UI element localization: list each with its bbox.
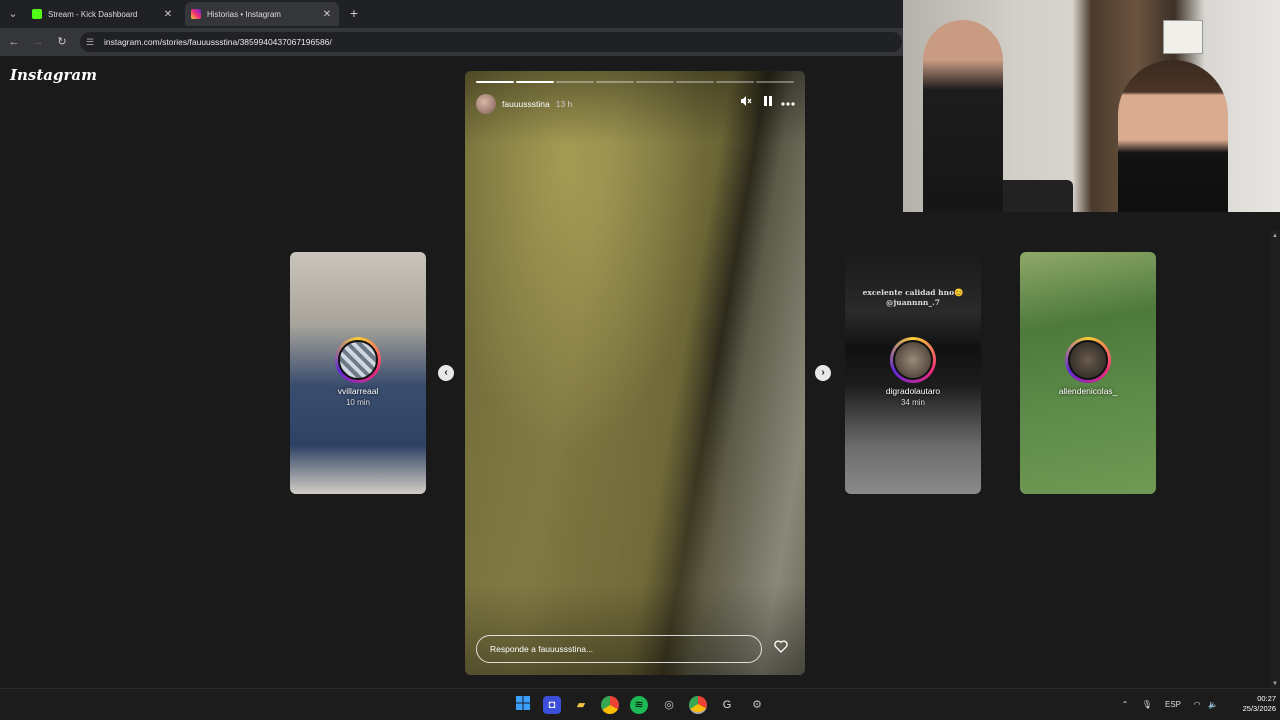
kick-favicon-icon [32,9,42,19]
story-username: vvillarreaal [337,386,379,396]
story-caption: excelente calidad hno😊 @juannnn_.7 [862,288,964,307]
heart-icon[interactable] [771,639,791,659]
scroll-up-icon[interactable]: ▲ [1271,232,1279,240]
taskbar: ◘ ▰ ≋ ◎ G ⚙ ⌃ 🎙 ESP ◠ 🔈 00:27 25/3/2026 [0,688,1280,720]
language-indicator[interactable]: ESP [1160,698,1186,712]
tab-kick-dashboard[interactable]: Stream - Kick Dashboard ✕ [26,2,180,26]
tab-title: Historias • Instagram [207,9,281,19]
story-avatar-ring [1065,337,1111,383]
story-avatar-ring [890,337,936,383]
story-time: 34 min [900,398,925,407]
site-info-icon[interactable]: ☰ [86,37,96,47]
progress-segment [716,81,754,83]
story-username: digradolautaro [885,386,941,396]
story-avatar-ring [335,337,381,383]
avatar [338,340,378,380]
forward-button[interactable]: → [30,34,46,50]
pause-icon[interactable] [760,95,776,111]
story-preview-digradolautaro[interactable]: excelente calidad hno😊 @juannnn_.7 digra… [845,252,981,494]
back-button[interactable]: ← [6,34,22,50]
system-clock[interactable]: 00:27 25/3/2026 [1224,694,1276,714]
clock-time: 00:27 [1257,694,1276,703]
app-g-icon[interactable]: G [718,696,736,714]
progress-segment [516,81,554,83]
story-header: fauuussstina 13 h [476,93,796,115]
settings-icon[interactable]: ⚙ [748,696,766,714]
instagram-favicon-icon [191,9,201,19]
progress-segment [636,81,674,83]
instagram-logo[interactable]: Instagram [10,66,97,84]
progress-segment [596,81,634,83]
wifi-icon[interactable]: ◠ [1190,698,1204,712]
scroll-down-icon[interactable]: ▼ [1271,680,1279,688]
reload-button[interactable]: ↻ [54,34,70,50]
wall-flag [1163,20,1203,54]
story-username: allendenicolas_ [1058,386,1118,396]
progress-segment [476,81,514,83]
story-progress-bar [476,81,794,83]
progress-segment [756,81,794,83]
spotify-icon[interactable]: ≋ [630,696,648,714]
tab-instagram[interactable]: Historias • Instagram ✕ [185,2,339,26]
previous-story-button[interactable]: ‹ [438,365,454,381]
avatar [893,340,933,380]
microphone-icon[interactable]: 🎙 [1140,698,1154,712]
progress-segment [556,81,594,83]
page-scrollbar[interactable]: ▲ ▼ [1270,230,1280,690]
more-icon[interactable] [780,95,796,111]
close-tab-icon[interactable]: ✕ [321,9,333,20]
new-tab-button[interactable]: + [346,5,362,21]
avatar [1068,340,1108,380]
address-bar[interactable]: ☰ instagram.com/stories/fauuussstina/385… [80,32,902,52]
speaker-muted-icon[interactable] [738,95,754,111]
file-explorer-icon[interactable]: ▰ [572,696,590,714]
chrome-active-icon[interactable] [689,696,707,714]
avatar[interactable] [476,94,496,114]
chrome-icon[interactable] [601,696,619,714]
tab-title: Stream - Kick Dashboard [48,9,138,19]
obs-icon[interactable]: ◎ [660,696,678,714]
chevron-up-icon[interactable]: ⌃ [1118,698,1132,712]
person-seated [1118,60,1228,212]
windows-start-icon[interactable] [514,696,532,714]
story-preview-allendenicolas[interactable]: allendenicolas_ [1020,252,1156,494]
close-tab-icon[interactable]: ✕ [162,9,174,20]
story-time: 13 h [555,99,573,109]
app-icon[interactable]: ◘ [543,696,561,714]
story-time: 10 min [345,398,370,407]
tab-search-button[interactable]: ⌄ [4,5,22,23]
main-story[interactable]: fauuussstina 13 h Responde a fauuussstin… [465,71,805,675]
reply-input[interactable]: Responde a fauuussstina... [476,635,762,663]
url-text: instagram.com/stories/fauuussstina/38599… [104,37,332,47]
clock-date: 25/3/2026 [1242,704,1276,713]
volume-icon[interactable]: 🔈 [1206,698,1220,712]
next-story-button[interactable]: › [815,365,831,381]
story-username[interactable]: fauuussstina [502,99,550,109]
webcam-overlay [903,0,1280,212]
person-standing [923,20,1003,212]
story-preview-vvillarreaal[interactable]: vvillarreaal 10 min [290,252,426,494]
progress-segment [676,81,714,83]
